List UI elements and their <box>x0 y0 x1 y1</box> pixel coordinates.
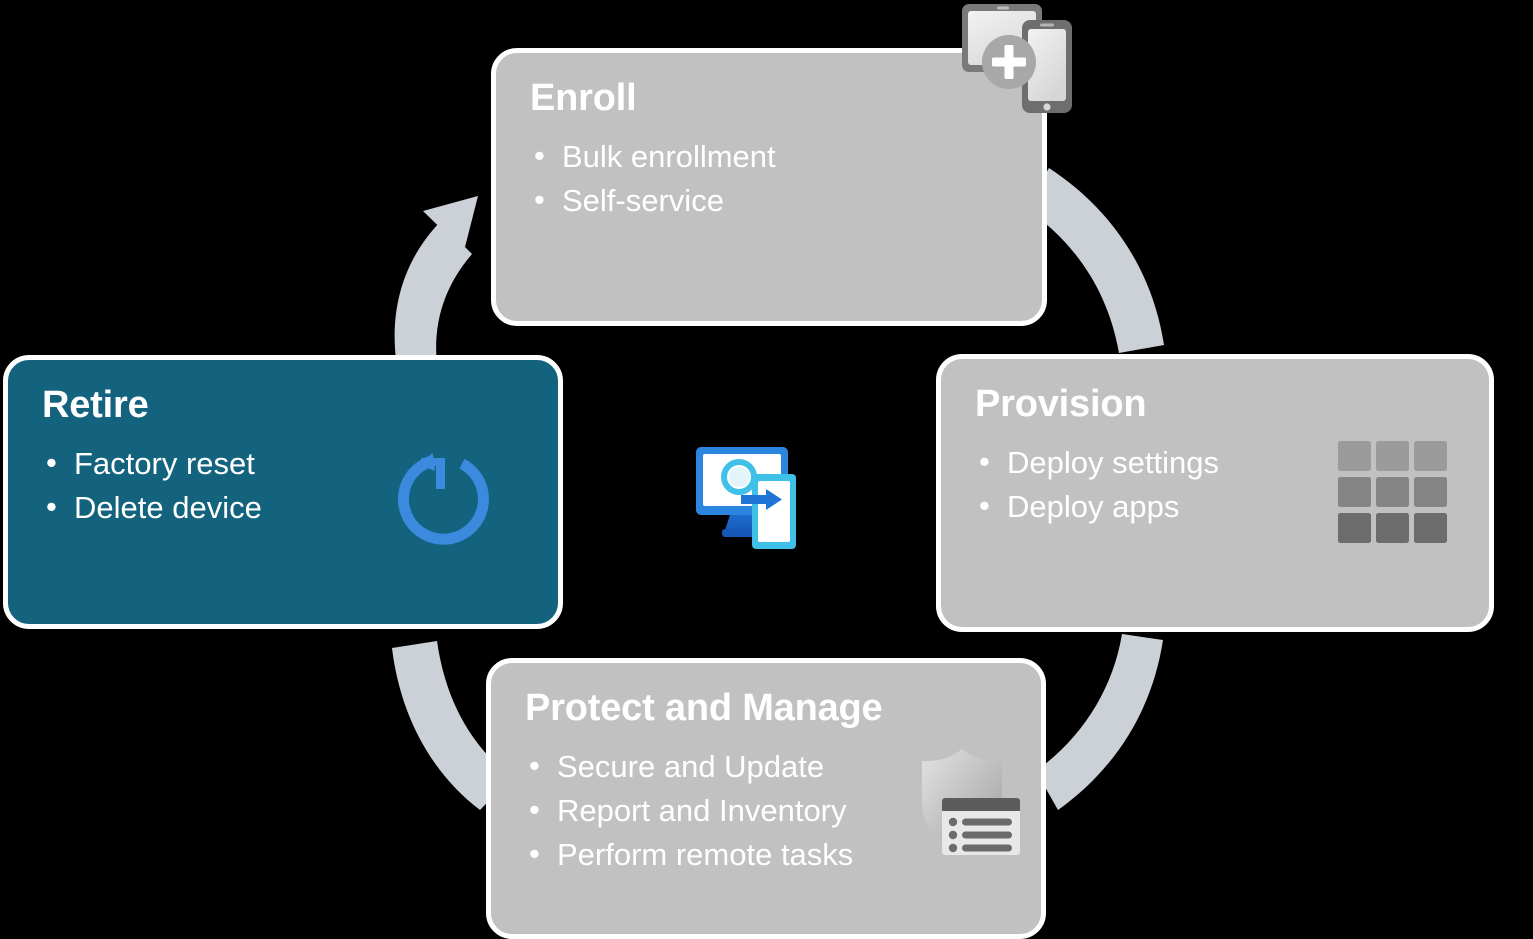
card-retire-title: Retire <box>42 384 149 426</box>
app-grid-icon <box>1338 441 1447 543</box>
monitor-device-handoff-icon <box>696 447 796 549</box>
list-item: Bulk enrollment <box>530 134 1008 179</box>
card-protect-title: Protect and Manage <box>525 687 883 729</box>
card-provision-title: Provision <box>975 383 1147 425</box>
arrow-provision-to-protect <box>1036 634 1163 810</box>
card-enroll-bullets: Bulk enrollment Self-service <box>530 134 1008 223</box>
list-item: Self-service <box>530 178 1008 223</box>
card-enroll-title: Enroll <box>530 77 637 119</box>
add-devices-icon <box>962 4 1072 113</box>
refresh-reset-icon <box>397 453 489 545</box>
diagram-canvas: Enroll Bulk enrollment Self-service <box>0 0 1533 939</box>
shield-report-icon <box>922 749 1020 855</box>
